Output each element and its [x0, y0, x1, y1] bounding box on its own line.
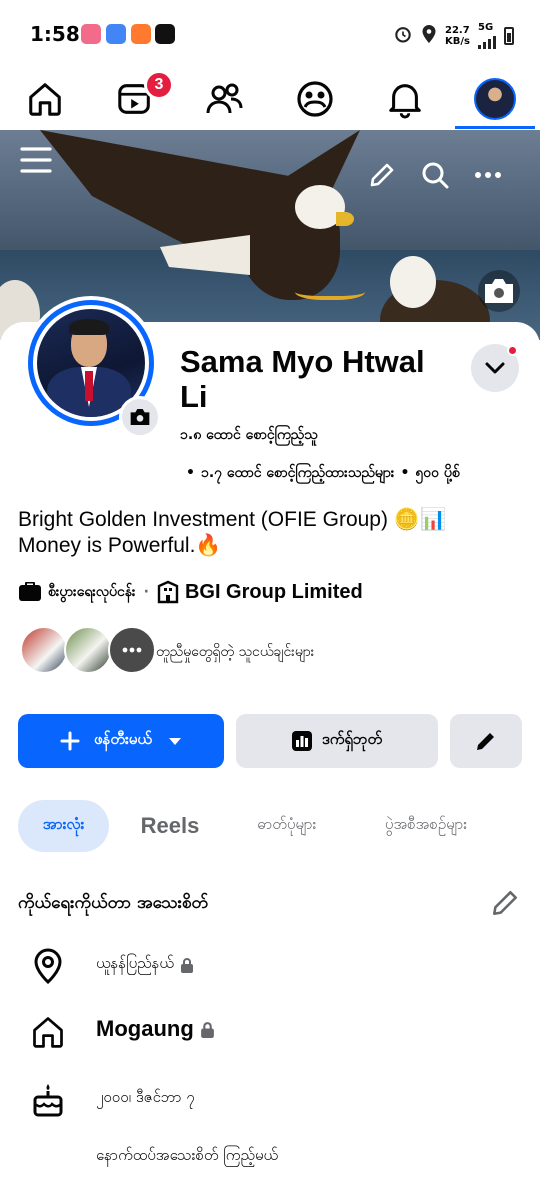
reels-badge: 3: [144, 70, 174, 100]
camera-icon: [130, 409, 150, 425]
birthday-text: ၂၀၀၀၊ ဒီဇင်ဘာ ၇: [96, 1088, 195, 1106]
edit-profile-button[interactable]: [362, 155, 402, 195]
friend-avatar: [20, 626, 68, 674]
nav-groups[interactable]: [270, 70, 360, 128]
cover-camera-button[interactable]: [478, 270, 520, 312]
company-name[interactable]: BGI Group Limited: [185, 581, 363, 604]
pencil-icon: [370, 163, 394, 187]
mutual-friends[interactable]: တူညီမှုတွေရှိတဲ့ သူငယ်ချင်းများ: [20, 626, 520, 676]
battery-icon: [504, 26, 514, 45]
detail-location[interactable]: ယူနန်ပြည်နယ်: [0, 936, 540, 996]
second-eagle-head: [390, 256, 436, 308]
briefcase-icon: [19, 582, 41, 601]
birthday-cake-icon: [28, 1080, 68, 1120]
profile-avatar-small: [474, 78, 516, 120]
see-more-details-link[interactable]: နောက်ထပ်အသေးစိတ် ကြည့်မယ်: [96, 1146, 278, 1168]
hometown-text: Mogaung: [96, 1016, 194, 1041]
detail-hometown[interactable]: Mogaung: [0, 1002, 540, 1062]
more-icon: [475, 172, 501, 178]
eagle-beak: [336, 212, 354, 226]
network-speed: 22.7 KB/s: [445, 24, 470, 47]
tab-all[interactable]: အားလုံး: [18, 800, 109, 852]
avatar-camera-button[interactable]: [119, 396, 161, 438]
plus-icon: [60, 731, 80, 751]
profile-switch-button[interactable]: [471, 344, 519, 392]
active-tab-indicator: [455, 126, 535, 129]
notifications-icon: [389, 84, 421, 119]
home-icon: [29, 83, 61, 116]
groups-icon: [297, 81, 333, 117]
menu-icon: [20, 147, 52, 173]
camera-icon: [485, 279, 513, 303]
bio-line-2: Money is Powerful.🔥: [18, 534, 222, 557]
menu-button[interactable]: [16, 140, 56, 180]
profile-stats: • ၁.၇ ထောင် စောင့်ကြည့်ထားသည်များ • ၅၀၀ ပို…: [186, 465, 460, 481]
profile-bio: Bright Golden Investment (OFIE Group) 🪙📊…: [18, 507, 518, 559]
dashboard-button[interactable]: ဒက်ရှ်ဘုတ်: [236, 714, 438, 768]
notification-dot: [507, 345, 518, 356]
location-text: ယူနန်ပြည်နယ်: [96, 954, 174, 972]
chart-icon: [291, 731, 312, 751]
location-pin-icon: [28, 946, 68, 986]
nav-home[interactable]: [0, 70, 90, 128]
work-category: စီးပွားရေးလုပ်ငန်း: [48, 583, 136, 600]
detail-birthday[interactable]: ၂၀၀၀၊ ဒီဇင်ဘာ ၇: [0, 1070, 540, 1130]
create-button[interactable]: ဖန်တီးမယ်: [18, 714, 224, 768]
nav-friends[interactable]: [180, 70, 270, 128]
followers-count[interactable]: ၁.၈ ထောင် စောင့်ကြည့်သူ: [180, 425, 318, 446]
building-icon: [157, 580, 179, 604]
following-count[interactable]: ၁.၇ ထောင် စောင့်ကြည့်ထားသည်များ: [201, 465, 395, 481]
create-label: ဖန်တီးမယ်: [94, 730, 152, 748]
more-icon: [122, 647, 142, 653]
home-icon: [28, 1012, 68, 1052]
posts-count[interactable]: ၅၀၀ ပို့စ်: [415, 465, 459, 481]
nav-notifications[interactable]: [360, 70, 450, 128]
network-type: 5G: [478, 22, 496, 49]
nav-profile[interactable]: [450, 70, 540, 128]
search-button[interactable]: [415, 155, 455, 195]
details-heading: ကိုယ်ရေးကိုယ်တာ အသေးစိတ်: [18, 893, 209, 913]
location-icon: [421, 24, 437, 47]
friend-avatar-more: [108, 626, 156, 674]
friends-icon: [206, 83, 243, 114]
bio-line-1: Bright Golden Investment (OFIE Group) 🪙📊: [18, 508, 447, 531]
work-info: စီးပွားရေးလုပ်ငန်း · BGI Group Limited: [18, 580, 363, 604]
status-time: 1:58: [30, 22, 80, 46]
tab-photos[interactable]: ဓာတ်ပုံများ: [232, 800, 342, 852]
files-app-icon: [106, 24, 126, 44]
signal-icon: [478, 33, 496, 49]
profile-name: Sama Myo Htwal Li: [180, 344, 425, 414]
search-icon: [422, 162, 449, 189]
chevron-down-icon: [485, 362, 505, 374]
lock-icon: [181, 958, 193, 973]
status-indicators: 22.7 KB/s 5G: [393, 22, 514, 49]
edit-button[interactable]: [450, 714, 522, 768]
pencil-icon: [477, 733, 494, 750]
pencil-icon: [493, 891, 517, 915]
dashboard-label: ဒက်ရှ်ဘုတ်: [321, 730, 383, 748]
eagle-talons: [295, 280, 365, 300]
store-app-icon: [131, 24, 151, 44]
nav-reels[interactable]: 3: [90, 70, 180, 128]
status-bar: 1:58 22.7 KB/s 5G: [0, 0, 540, 70]
friend-avatar: [64, 626, 112, 674]
tab-reels[interactable]: Reels: [120, 800, 220, 852]
edit-details-button[interactable]: [490, 888, 520, 922]
tab-events[interactable]: ပွဲအစီအစဉ်များ: [356, 800, 496, 852]
more-options-button[interactable]: [468, 155, 508, 195]
mutual-friends-label: တူညီမှုတွေရှိတဲ့ သူငယ်ချင်းများ: [156, 644, 315, 660]
music-app-icon: [155, 24, 175, 44]
lock-icon: [200, 1021, 214, 1038]
alarm-icon: [393, 24, 413, 47]
top-nav: 3: [0, 70, 540, 130]
caret-down-icon: [168, 738, 181, 745]
tiktok-app-icon: [81, 24, 101, 44]
